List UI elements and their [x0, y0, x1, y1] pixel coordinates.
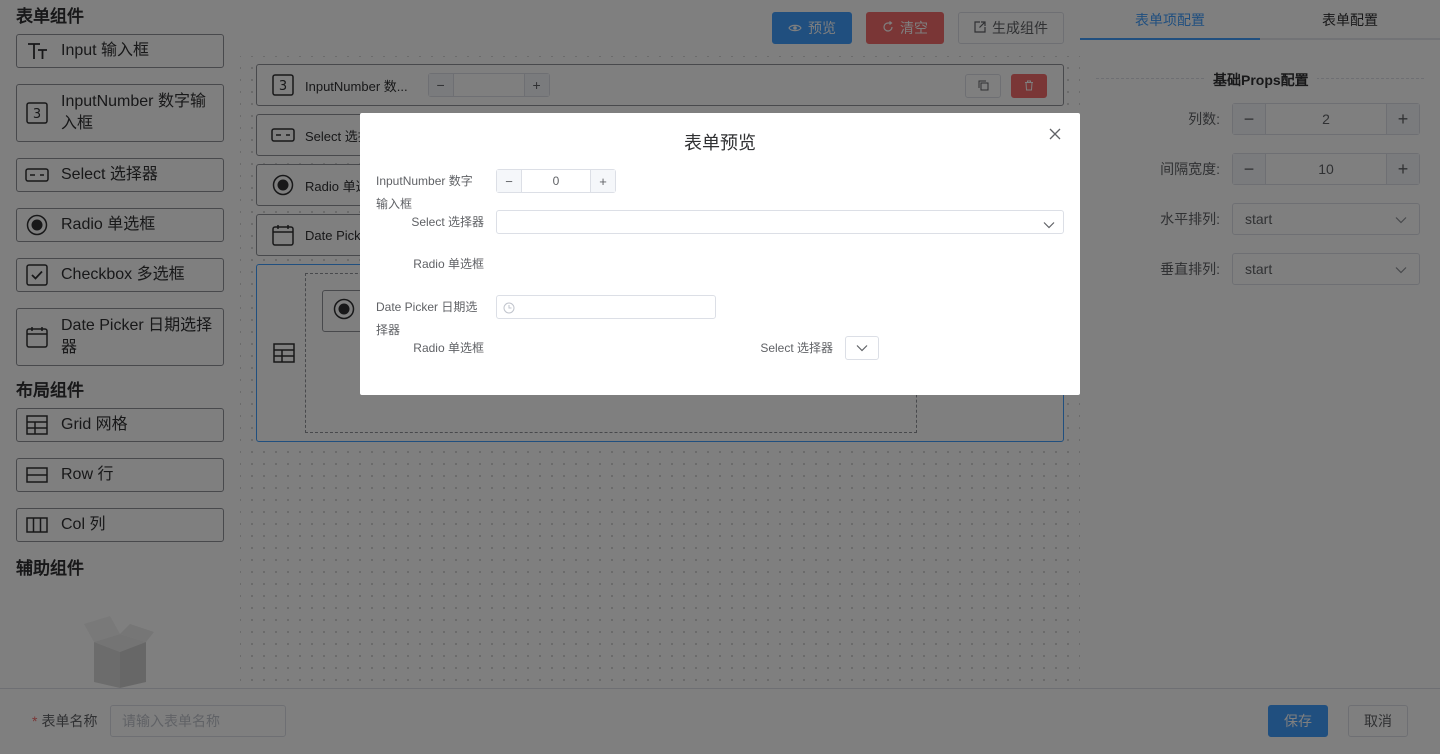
- select-field[interactable]: [496, 210, 1064, 234]
- inputnumber-label: InputNumber 数字: [376, 174, 473, 188]
- inputnumber-value[interactable]: 0: [521, 170, 591, 192]
- clock-icon: [503, 301, 515, 319]
- radio-label: Radio 单选框: [413, 257, 484, 271]
- datepicker-field[interactable]: [496, 295, 716, 319]
- inputnumber-field[interactable]: − 0 +: [496, 169, 616, 193]
- minus-icon[interactable]: −: [497, 170, 521, 192]
- plus-icon[interactable]: +: [591, 170, 615, 192]
- grid-radio-label: Radio 单选框: [413, 341, 484, 355]
- select-label: Select 选择器: [411, 215, 484, 229]
- grid-select-label: Select 选择器: [760, 341, 833, 355]
- form-preview-dialog: 表单预览 InputNumber 数字 输入框 − 0 + Select 选择器…: [360, 113, 1080, 395]
- close-icon[interactable]: [1048, 127, 1064, 143]
- grid-select-field[interactable]: [845, 336, 879, 360]
- datepicker-label: Date Picker 日期选: [376, 300, 478, 314]
- chevron-down-icon: [1043, 216, 1055, 234]
- chevron-down-icon: [856, 339, 868, 357]
- dialog-title: 表单预览: [684, 133, 756, 153]
